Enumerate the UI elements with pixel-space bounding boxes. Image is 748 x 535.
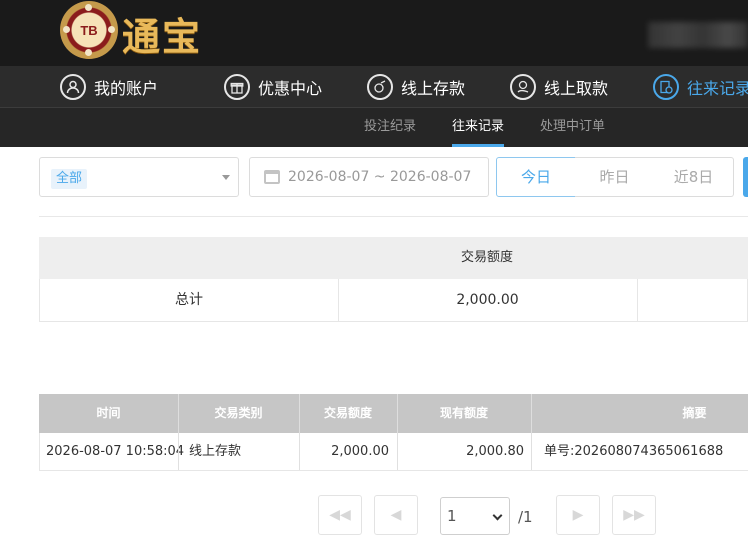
nav-item-label: 优惠中心 bbox=[258, 79, 323, 98]
logo-chip-text: TB bbox=[80, 22, 98, 38]
last-page-button[interactable]: ▶▶ bbox=[612, 495, 656, 535]
summary-total-value: 2,000.00 bbox=[456, 292, 519, 308]
divider bbox=[39, 216, 748, 217]
cell-time: 2026-08-07 10:58:04 bbox=[46, 444, 185, 459]
today-button[interactable]: 今日 bbox=[496, 157, 576, 197]
last-8-days-button[interactable]: 近8日 bbox=[654, 157, 734, 197]
records-table-header: 时间 交易类别 交易额度 现有额度 摘要 bbox=[39, 394, 748, 433]
date-range-value: 2026-08-07 ~ 2026-08-07 bbox=[288, 169, 472, 185]
caret-down-icon bbox=[222, 175, 230, 180]
column-header-summary: 摘要 bbox=[682, 406, 707, 420]
nav-item-records[interactable]: 往来记录 bbox=[653, 66, 748, 108]
table-row: 2026-08-07 10:58:04 线上存款 2,000.00 2,000.… bbox=[39, 433, 748, 471]
summary-total-label: 总计 bbox=[175, 292, 203, 308]
user-icon bbox=[60, 74, 86, 100]
nav-item-withdraw[interactable]: 线上取款 bbox=[510, 66, 608, 108]
logo-text[interactable]: 通宝 bbox=[122, 6, 202, 61]
selected-type-tag: 全部 bbox=[51, 169, 88, 189]
cell-amount: 2,000.00 bbox=[331, 444, 389, 459]
yesterday-button[interactable]: 昨日 bbox=[575, 157, 655, 197]
cell-balance: 2,000.80 bbox=[466, 444, 524, 459]
page-select-value: 1 bbox=[447, 507, 457, 525]
deposit-icon bbox=[367, 74, 393, 100]
chevron-right-icon: ▶ bbox=[572, 507, 584, 523]
nav-item-label: 线上存款 bbox=[401, 79, 466, 98]
top-bar: TB 通宝 bbox=[0, 0, 748, 66]
next-page-button[interactable]: ▶ bbox=[556, 495, 600, 535]
cell-type: 线上存款 bbox=[189, 444, 242, 459]
gift-icon bbox=[224, 74, 250, 100]
blurred-user-info bbox=[648, 22, 748, 48]
main-nav: 我的账户 优惠中心 线上存款 线上取款 往来记录 bbox=[0, 66, 748, 108]
calendar-icon bbox=[264, 170, 280, 184]
double-chevron-left-icon: ◀◀ bbox=[329, 507, 351, 523]
nav-item-deposit[interactable]: 线上存款 bbox=[367, 66, 465, 108]
chevron-down-icon bbox=[492, 510, 503, 521]
summary-header: 交易额度 bbox=[39, 237, 748, 279]
transaction-type-select[interactable]: 全部 bbox=[39, 157, 239, 197]
column-header-balance: 现有额度 bbox=[439, 406, 488, 420]
records-icon bbox=[653, 74, 679, 100]
withdraw-icon bbox=[510, 74, 536, 100]
nav-item-promotions[interactable]: 优惠中心 bbox=[224, 66, 322, 108]
summary-row: 总计 2,000.00 bbox=[39, 279, 748, 322]
cell-summary: 单号:202608074365061688 bbox=[544, 444, 724, 459]
date-range-input[interactable]: 2026-08-07 ~ 2026-08-07 bbox=[249, 157, 489, 197]
nav-item-label: 线上取款 bbox=[544, 79, 609, 98]
first-page-button[interactable]: ◀◀ bbox=[318, 495, 362, 535]
summary-header-label: 交易额度 bbox=[460, 250, 513, 265]
nav-item-label: 往来记录 bbox=[687, 79, 748, 98]
page-select[interactable]: 1 bbox=[440, 497, 510, 535]
logo-chip-icon[interactable]: TB bbox=[60, 1, 118, 59]
prev-page-button[interactable]: ◀ bbox=[374, 495, 418, 535]
subnav-transaction-records[interactable]: 往来记录 bbox=[452, 108, 505, 147]
column-header-amount: 交易额度 bbox=[323, 406, 372, 420]
search-button[interactable] bbox=[743, 157, 748, 197]
page-total: /1 bbox=[518, 508, 533, 526]
sub-nav: 投注纪录 往来记录 处理中订单 bbox=[0, 108, 748, 147]
column-header-time: 时间 bbox=[96, 406, 121, 420]
nav-item-label: 我的账户 bbox=[94, 79, 159, 98]
double-chevron-right-icon: ▶▶ bbox=[623, 507, 645, 523]
subnav-pending-orders[interactable]: 处理中订单 bbox=[540, 108, 605, 147]
nav-item-account[interactable]: 我的账户 bbox=[60, 66, 158, 108]
chevron-left-icon: ◀ bbox=[390, 507, 402, 523]
column-header-type: 交易类别 bbox=[214, 406, 263, 420]
subnav-bet-records[interactable]: 投注纪录 bbox=[364, 108, 416, 147]
